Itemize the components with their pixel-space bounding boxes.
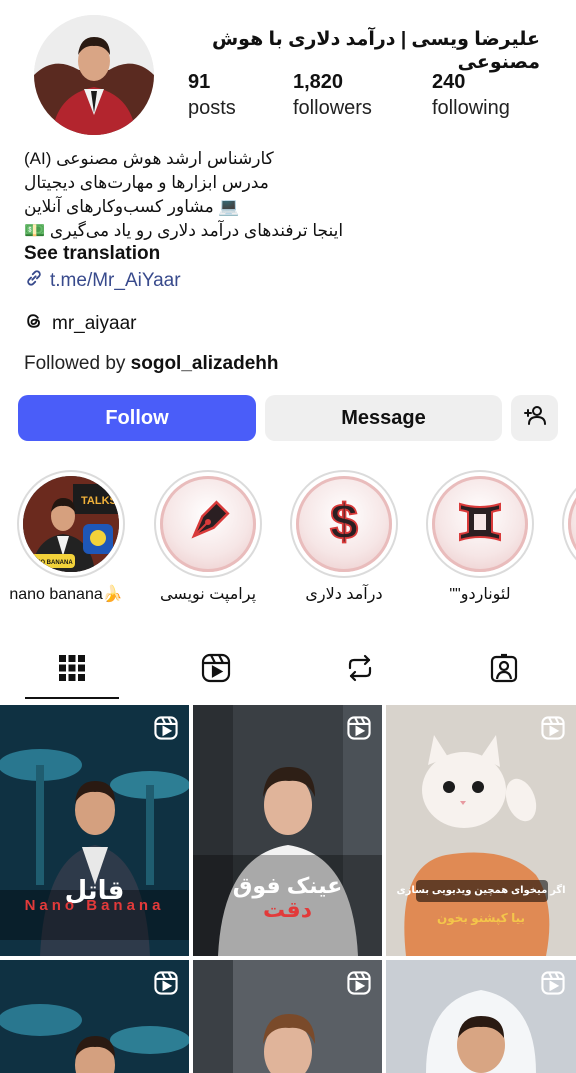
suggested-users-button[interactable] bbox=[511, 395, 558, 441]
see-translation-link[interactable]: See translation bbox=[24, 243, 160, 265]
bio-line: 💻 مشاور کسب‌وکارهای آنلاین bbox=[24, 197, 240, 216]
followers-label: followers bbox=[293, 97, 372, 119]
posts-count: 91 bbox=[188, 71, 211, 93]
highlight-partial[interactable] bbox=[562, 470, 576, 578]
post-tile[interactable]: قاتل Nano Banana bbox=[0, 705, 189, 956]
post-caption-subtitle: Nano Banana bbox=[24, 897, 165, 914]
svg-text:NANO BANANA: NANO BANANA bbox=[27, 560, 73, 566]
post-caption-subtitle: بیا کپشنو بخون bbox=[436, 911, 525, 925]
tagged-icon bbox=[488, 652, 520, 689]
followed-by-prefix: Followed by bbox=[24, 353, 131, 374]
bio-link-text: t.me/Mr_AiYaar bbox=[50, 270, 181, 291]
reel-indicator-icon bbox=[540, 970, 566, 1001]
link-icon bbox=[24, 268, 44, 294]
bio-link[interactable]: t.me/Mr_AiYaar bbox=[24, 268, 181, 294]
threads-icon bbox=[24, 311, 44, 337]
follow-button[interactable]: Follow bbox=[18, 395, 256, 441]
grid-icon bbox=[58, 654, 86, 687]
tab-posts-grid[interactable] bbox=[25, 643, 119, 697]
tab-reposts[interactable] bbox=[313, 643, 407, 697]
reels-icon bbox=[200, 652, 232, 689]
reel-indicator-icon bbox=[153, 715, 179, 746]
reel-indicator-icon bbox=[540, 715, 566, 746]
message-button[interactable]: Message bbox=[265, 395, 502, 441]
profile-avatar[interactable] bbox=[34, 15, 154, 135]
following-count: 240 bbox=[432, 71, 466, 93]
svg-text:TALKS: TALKS bbox=[81, 495, 117, 507]
followed-by-user: sogol_alizadehh bbox=[130, 353, 279, 374]
posts-label: posts bbox=[188, 97, 236, 119]
tab-reels[interactable] bbox=[169, 643, 263, 697]
followers-count: 1,820 bbox=[293, 71, 344, 93]
bio-line: اینجا ترفندهای درآمد دلاری رو یاد می‌گیر… bbox=[24, 221, 344, 240]
bio-line: مدرس ابزارها و مهارت‌های دیجیتال bbox=[24, 173, 269, 192]
threads-badge[interactable]: mr_aiyaar bbox=[24, 311, 136, 337]
highlight-label: پرامپت نویسی bbox=[159, 586, 257, 603]
active-tab-indicator bbox=[25, 697, 119, 699]
post-tile[interactable]: عینک فوق دقت bbox=[193, 705, 382, 956]
reel-indicator-icon bbox=[346, 970, 372, 1001]
tab-tagged[interactable] bbox=[457, 643, 551, 697]
reposts-icon bbox=[344, 652, 376, 689]
post-tile[interactable]: اگر میخوای همچین ویدیویی بسازی بیا کپشنو… bbox=[386, 705, 576, 956]
following-stat[interactable]: 240 following bbox=[432, 70, 510, 122]
following-label: following bbox=[432, 97, 510, 119]
followed-by[interactable]: Followed by sogol_alizadehh bbox=[24, 353, 278, 375]
post-caption-subtitle: دقت bbox=[263, 897, 312, 922]
highlight-cover-photo: TALKS NANO BANANA bbox=[23, 476, 119, 572]
gemini-icon bbox=[450, 492, 510, 557]
svg-text:$: $ bbox=[330, 494, 358, 550]
post-tile[interactable] bbox=[0, 960, 189, 1073]
highlight-label: درآمد دلاری bbox=[305, 586, 383, 603]
highlight-dollar-income[interactable]: $ درآمد دلاری bbox=[290, 470, 398, 604]
pen-nib-icon bbox=[178, 492, 238, 557]
post-caption-title: عینک فوق bbox=[232, 873, 343, 898]
post-tile[interactable] bbox=[386, 960, 576, 1073]
highlight-prompt-writing[interactable]: پرامپت نویسی bbox=[154, 470, 262, 604]
threads-handle: mr_aiyaar bbox=[52, 313, 137, 334]
bio-line: (AI) کارشناس ارشد هوش مصنوعی bbox=[24, 149, 274, 168]
posts-stat[interactable]: 91 posts bbox=[188, 70, 236, 122]
followers-stat[interactable]: 1,820 followers bbox=[293, 70, 372, 122]
bio: (AI) کارشناس ارشد هوش مصنوعی مدرس ابزاره… bbox=[24, 147, 564, 243]
post-tile[interactable] bbox=[193, 960, 382, 1073]
highlight-nano-banana[interactable]: TALKS NANO BANANA nano banana🍌 bbox=[9, 470, 125, 604]
highlight-leonardo[interactable]: لئوناردو"" bbox=[426, 470, 534, 604]
display-name: علیرضا ویسی | درآمد دلاری با هوش مصنوعی bbox=[211, 29, 540, 73]
reel-indicator-icon bbox=[153, 970, 179, 1001]
add-user-icon bbox=[523, 403, 547, 433]
dollar-icon: $ bbox=[314, 492, 374, 557]
highlight-label: لئوناردو"" bbox=[449, 586, 511, 603]
post-caption-title: اگر میخوای همچین ویدیویی بسازی bbox=[396, 885, 566, 896]
reel-indicator-icon bbox=[346, 715, 372, 746]
highlight-label: nano banana🍌 bbox=[9, 586, 123, 603]
